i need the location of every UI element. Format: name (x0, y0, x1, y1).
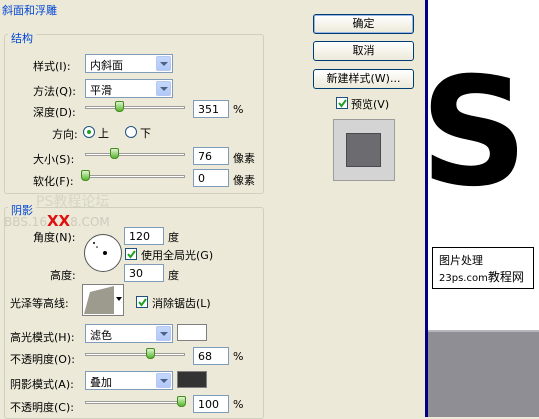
soften-slider-thumb[interactable] (81, 170, 90, 181)
canvas-divider (428, 330, 539, 332)
preview-swatch (346, 133, 381, 167)
angle-label: 角度(N): (33, 231, 76, 244)
soften-input[interactable]: 0 (193, 169, 229, 187)
stamp-line2-a: 23ps.com (439, 273, 488, 284)
style-select-value: 内斜面 (90, 59, 123, 72)
shadow-opacity-slider[interactable] (85, 396, 186, 410)
site-stamp: 图片处理 23ps.com教程网 (432, 247, 534, 289)
new-style-button[interactable]: 新建样式(W)... (313, 69, 414, 89)
chevron-down-icon (156, 326, 171, 341)
chevron-down-icon (156, 373, 171, 388)
shadow-mode-value: 叠加 (90, 376, 112, 389)
preview-thumbnail (333, 119, 395, 181)
depth-slider-track (85, 106, 185, 109)
bbs-suffix: 8.COM (70, 215, 110, 229)
forum-watermark: PS教程论坛 (36, 194, 110, 210)
altitude-label: 高度: (50, 269, 76, 282)
style-select[interactable]: 内斜面 (85, 54, 173, 73)
panel-title: 斜面和浮雕 (2, 4, 57, 17)
highlight-opacity-input[interactable]: 68 (193, 347, 229, 365)
gloss-contour-picker[interactable] (82, 284, 124, 316)
direction-label: 方向: (52, 128, 78, 141)
chevron-down-icon (156, 81, 171, 96)
structure-title: 结构 (8, 30, 36, 46)
soften-slider-track (85, 175, 185, 178)
checkmark-icon (127, 250, 136, 259)
gloss-contour-label: 光泽等高线: (10, 297, 69, 310)
anti-alias-checkbox[interactable] (136, 296, 148, 308)
shadow-opacity-unit: % (233, 398, 244, 411)
method-select[interactable]: 平滑 (85, 79, 173, 98)
bevel-emboss-panel: 斜面和浮雕 结构 样式(I): 内斜面 方法(Q): 平滑 深度(D): 351… (0, 0, 305, 419)
anti-alias-label[interactable]: 消除锯齿(L) (152, 295, 211, 311)
shadow-color-swatch[interactable] (177, 371, 207, 388)
angle-unit: 度 (168, 231, 179, 244)
size-label: 大小(S): (33, 153, 75, 166)
soften-slider[interactable] (81, 170, 185, 184)
preview-label[interactable]: 预览(V) (351, 96, 389, 112)
document-canvas: S 图片处理 23ps.com教程网 (428, 0, 539, 330)
shadow-opacity-input[interactable]: 100 (193, 395, 229, 413)
shadow-opacity-thumb[interactable] (177, 396, 186, 407)
method-label: 方法(Q): (33, 85, 76, 98)
shadow-opacity-label: 不透明度(C): (10, 401, 74, 414)
bbs-prefix: BBS.16 (4, 215, 47, 229)
style-label: 样式(I): (33, 60, 71, 73)
chevron-down-icon (156, 56, 171, 71)
checkmark-icon (138, 298, 147, 307)
highlight-opacity-unit: % (233, 350, 244, 363)
size-slider-thumb[interactable] (110, 148, 119, 159)
shadow-mode-select[interactable]: 叠加 (85, 371, 173, 390)
contour-dropdown-arrow[interactable] (116, 297, 122, 301)
depth-unit: % (233, 103, 244, 116)
shadow-mode-label: 阴影模式(A): (10, 378, 74, 391)
depth-label: 深度(D): (33, 106, 76, 119)
checkmark-icon (338, 99, 347, 108)
size-slider-track (85, 153, 185, 156)
stamp-line1: 图片处理 (439, 254, 483, 267)
size-slider[interactable] (85, 148, 185, 162)
shadow-opacity-track (85, 401, 185, 404)
ok-button[interactable]: 确定 (313, 14, 414, 34)
size-input[interactable]: 76 (193, 147, 229, 165)
contour-curve-icon (84, 286, 114, 314)
angle-dial[interactable] (84, 234, 122, 272)
depth-slider[interactable] (85, 101, 185, 115)
canvas-gray-area (428, 330, 539, 417)
soften-label: 软化(F): (33, 175, 74, 188)
highlight-opacity-slider[interactable] (85, 348, 185, 362)
size-unit: 像素 (233, 152, 255, 165)
highlight-opacity-track (85, 353, 185, 356)
bbs-xx: XX (46, 212, 71, 230)
preview-checkbox[interactable] (336, 97, 348, 109)
direction-down-radio[interactable] (125, 126, 137, 138)
direction-up-label[interactable]: 上 (98, 125, 109, 141)
stamp-line2: 23ps.com教程网 (439, 268, 524, 285)
highlight-mode-label: 高光模式(H): (10, 331, 75, 344)
highlight-mode-value: 滤色 (90, 329, 112, 342)
highlight-opacity-label: 不透明度(O): (10, 353, 75, 366)
angle-input[interactable]: 120 (124, 227, 164, 245)
global-light-checkbox[interactable] (125, 248, 137, 260)
direction-down-label[interactable]: 下 (140, 125, 151, 141)
cancel-button[interactable]: 取消 (313, 41, 414, 61)
highlight-opacity-thumb[interactable] (146, 348, 155, 359)
global-light-label[interactable]: 使用全局光(G) (141, 247, 213, 263)
stamp-line2-b: 教程网 (487, 270, 524, 284)
altitude-unit: 度 (168, 269, 179, 282)
method-select-value: 平滑 (90, 84, 112, 97)
altitude-input[interactable]: 30 (124, 264, 164, 282)
depth-slider-thumb[interactable] (115, 101, 124, 112)
angle-dial-marker (93, 242, 107, 255)
direction-up-radio[interactable] (83, 126, 95, 138)
bbs-watermark: BBS.16XX8.COM (4, 212, 110, 230)
soften-unit: 像素 (233, 174, 255, 187)
highlight-color-swatch[interactable] (177, 324, 207, 341)
canvas-letter: S (428, 46, 529, 220)
highlight-mode-select[interactable]: 滤色 (85, 324, 173, 343)
depth-input[interactable]: 351 (193, 100, 229, 118)
